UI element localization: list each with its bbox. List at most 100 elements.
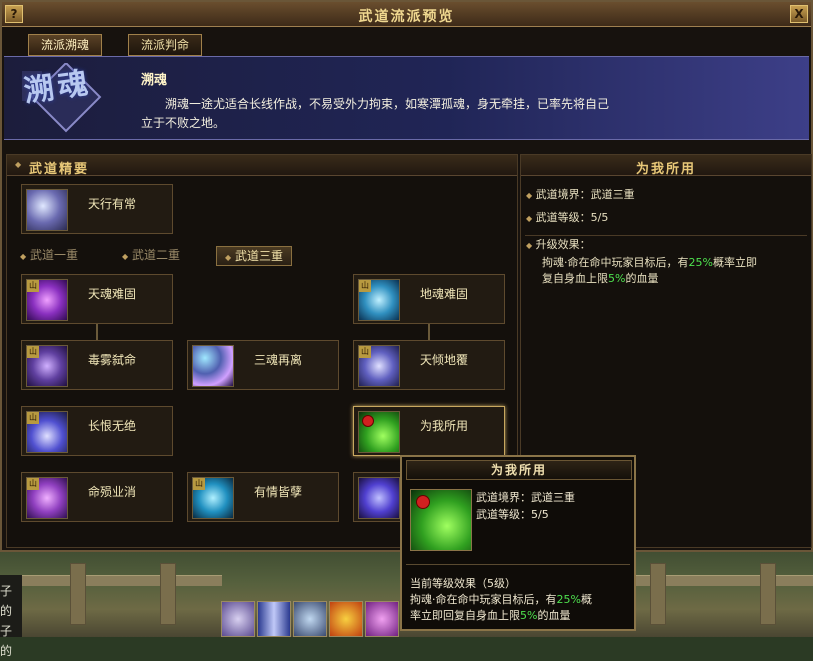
tooltip-effect-line-1: 拘魂·命在命中玩家目标后，有25%概 [410, 591, 592, 607]
tree-connector [428, 323, 430, 341]
effect-percent: 25% [556, 593, 581, 606]
hotbar-slot-icon[interactable] [293, 601, 327, 637]
tooltip-realm: 武道境界：武道三重 [476, 489, 575, 505]
fence-rail [22, 575, 222, 586]
skill-icon: 山 [358, 279, 400, 321]
skill-icon: 山 [26, 279, 68, 321]
skill-card[interactable]: 山 长恨无绝 [21, 406, 173, 456]
skill-card[interactable]: 山 有情皆孽 [187, 472, 339, 522]
skill-label: 天倾地覆 [420, 353, 469, 367]
subtab-realm-3[interactable]: ◆ 武道三重 [216, 246, 292, 266]
upgrade-effect-line-2: 复自身血上限5%的血量 [542, 270, 658, 286]
effect-text: 概 [580, 593, 592, 606]
subtab-realm-2[interactable]: ◆ 武道二重 [114, 246, 188, 264]
skill-card[interactable]: 山 毒雾弑命 [21, 340, 173, 390]
skill-badge: 山 [359, 280, 371, 292]
core-skill-card[interactable]: 天行有常 [21, 184, 173, 234]
diamond-icon: ◆ [526, 214, 533, 223]
panel-header: ◆ 武道精要 [7, 155, 517, 177]
effect-percent: 25% [688, 256, 713, 269]
upgrade-row: ◆ 升级效果： [526, 236, 591, 252]
realm-label: 武道境界： [535, 188, 591, 201]
skill-card[interactable]: 山 命殒业消 [21, 472, 173, 522]
yin-yang-icon [362, 415, 374, 427]
effect-text: 的血量 [537, 609, 571, 622]
skill-badge: 山 [27, 412, 39, 424]
hotbar-slot-icon[interactable] [365, 601, 399, 637]
effect-text: 率立即回复自身血上限 [410, 609, 520, 622]
title-bar[interactable]: ? 武道流派预览 X [2, 2, 811, 27]
tab-school-suhun[interactable]: 流派溯魂 [28, 34, 103, 56]
tab-school-panming[interactable]: 流派判命 [128, 34, 203, 56]
chat-panel-edge: 子的 子的 [0, 575, 22, 658]
effect-text: 拘魂·命在命中玩家目标后，有 [410, 593, 557, 606]
skill-label: 命殒业消 [88, 485, 137, 499]
chat-line: 子的 [0, 584, 13, 618]
skill-badge: 山 [193, 478, 205, 490]
window-title: 武道流派预览 [358, 9, 455, 25]
skill-label: 地魂难固 [420, 287, 469, 301]
skill-card-partial[interactable] [353, 472, 403, 522]
core-skill-icon [26, 189, 68, 231]
realm-row: ◆ 武道境界：武道三重 [526, 186, 635, 202]
hotbar-slot-icon[interactable] [257, 601, 291, 637]
tooltip-current-label: 当前等级效果（5级） [410, 577, 516, 590]
school-emblem: 溯魂 [12, 61, 108, 137]
panel-header: 为我所用 [521, 155, 811, 177]
skill-icon: 山 [358, 345, 400, 387]
subtab-label: 武道二重 [131, 248, 180, 262]
effect-percent: 5% [520, 609, 538, 622]
tooltip-title: 为我所用 [406, 460, 632, 480]
chat-line: 子的 [0, 624, 13, 658]
divider [406, 564, 630, 565]
skill-label: 毒雾弑命 [88, 353, 137, 367]
skill-card-selected[interactable]: 为我所用 [353, 406, 505, 456]
skill-card[interactable]: 三魂再离 [187, 340, 339, 390]
school-name: 溯魂 [141, 73, 168, 88]
subtab-label: 武道一重 [29, 248, 78, 262]
realm-label: 武道境界： [476, 491, 531, 504]
subtab-label: 武道三重 [234, 249, 283, 263]
hotbar-slot-icon[interactable] [221, 601, 255, 637]
skill-card[interactable]: 山 天倾地覆 [353, 340, 505, 390]
skill-icon [192, 345, 234, 387]
level-label: 武道等级： [535, 211, 591, 224]
diamond-icon: ◆ [526, 241, 533, 250]
diamond-icon: ◆ [15, 160, 22, 169]
skill-icon: 山 [192, 477, 234, 519]
close-button[interactable]: X [790, 5, 808, 23]
skill-icon: 山 [26, 477, 68, 519]
effect-percent: 5% [608, 272, 626, 285]
skill-label: 天魂难固 [88, 287, 137, 301]
skill-icon [358, 411, 400, 453]
effect-text: 的血量 [625, 272, 659, 285]
panel-title: 武道精要 [29, 162, 90, 177]
effect-text: 拘魂·命在命中玩家目标后，有 [542, 256, 689, 269]
skill-badge: 山 [359, 346, 371, 358]
effect-text: 复自身血上限 [542, 272, 608, 285]
level-value: 5/5 [531, 508, 549, 521]
skill-card[interactable]: 山 地魂难固 [353, 274, 505, 324]
fence-post [650, 563, 666, 625]
realm-value: 武道三重 [531, 491, 575, 504]
skill-label: 天行有常 [88, 197, 137, 211]
skill-hotbar [221, 601, 399, 637]
skill-card[interactable]: 山 天魂难固 [21, 274, 173, 324]
skill-tooltip: 为我所用 武道境界：武道三重 武道等级：5/5 当前等级效果（5级） 拘魂·命在… [400, 455, 636, 631]
tooltip-effect-line-2: 率立即回复自身血上限5%的血量 [410, 607, 570, 623]
skill-label: 为我所用 [420, 419, 469, 433]
skill-label: 三魂再离 [254, 353, 303, 367]
tooltip-level: 武道等级：5/5 [476, 506, 549, 522]
fence-post [760, 563, 776, 625]
skill-badge: 山 [27, 346, 39, 358]
tree-connector [96, 323, 98, 341]
effect-text: 概率立即 [712, 256, 757, 269]
upgrade-effect-line-1: 拘魂·命在命中玩家目标后，有25%概率立即 [542, 254, 757, 270]
fence-post [70, 563, 86, 625]
fence-post [160, 563, 176, 625]
hotbar-slot-icon[interactable] [329, 601, 363, 637]
skill-label: 有情皆孽 [254, 485, 303, 499]
subtab-realm-1[interactable]: ◆ 武道一重 [12, 246, 86, 264]
school-description: 溯魂一途尤适合长线作战，不易受外力拘束，如寒潭孤魂，身无牵挂，已率先将自己立于不… [141, 97, 610, 130]
level-label: 武道等级： [476, 508, 531, 521]
